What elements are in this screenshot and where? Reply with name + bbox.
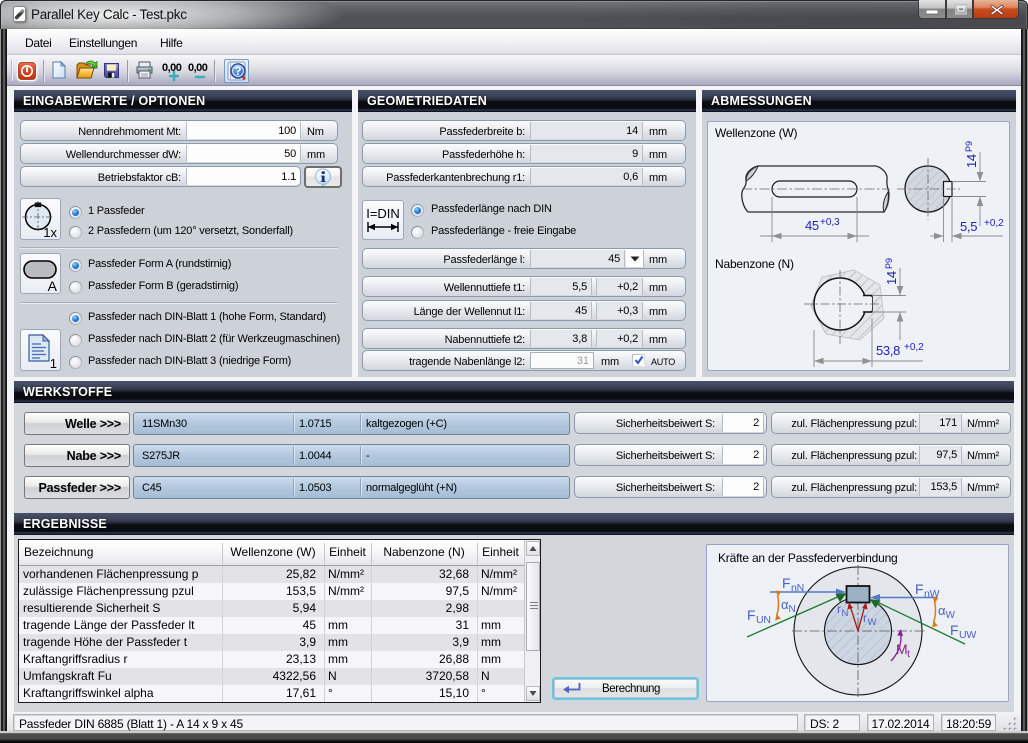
svg-text:45: 45: [805, 218, 819, 233]
svg-text:5,5: 5,5: [960, 219, 977, 234]
svg-text:W: W: [946, 610, 956, 621]
svg-text:F: F: [915, 581, 923, 597]
svg-text:N: N: [789, 604, 796, 615]
svg-text:Nabenzone (N): Nabenzone (N): [715, 257, 794, 271]
svg-text:nW: nW: [924, 588, 940, 600]
svg-text:?: ?: [234, 66, 241, 78]
svg-text:14: 14: [964, 154, 979, 168]
svg-text:+0,2: +0,2: [904, 342, 924, 353]
svg-text:A: A: [48, 278, 58, 293]
svg-text:r: r: [863, 611, 867, 625]
svg-text:F: F: [782, 575, 790, 591]
svg-text:1: 1: [50, 356, 57, 370]
svg-text:F: F: [950, 622, 958, 638]
svg-text:UW: UW: [959, 629, 976, 641]
svg-text:N: N: [842, 608, 849, 619]
svg-text:53,8: 53,8: [876, 343, 900, 358]
svg-text:P9: P9: [884, 258, 894, 269]
svg-text:+0,3: +0,3: [820, 217, 840, 228]
svg-text:F: F: [747, 607, 755, 623]
svg-text:r: r: [837, 602, 841, 616]
svg-text:nN: nN: [791, 582, 804, 594]
svg-text:M: M: [896, 641, 908, 657]
svg-text:1x: 1x: [43, 225, 57, 239]
svg-text:14: 14: [884, 271, 899, 285]
svg-text:I=DIN: I=DIN: [366, 206, 400, 221]
svg-text:t: t: [907, 648, 910, 660]
svg-text:P9: P9: [964, 141, 974, 152]
svg-text:+0,2: +0,2: [984, 218, 1004, 229]
svg-text:UN: UN: [756, 614, 771, 626]
svg-text:W: W: [868, 617, 877, 628]
svg-text:Wellenzone (W): Wellenzone (W): [715, 126, 798, 140]
svg-text:Kräfte an der Passfederverbind: Kräfte an der Passfederverbindung: [718, 551, 898, 565]
